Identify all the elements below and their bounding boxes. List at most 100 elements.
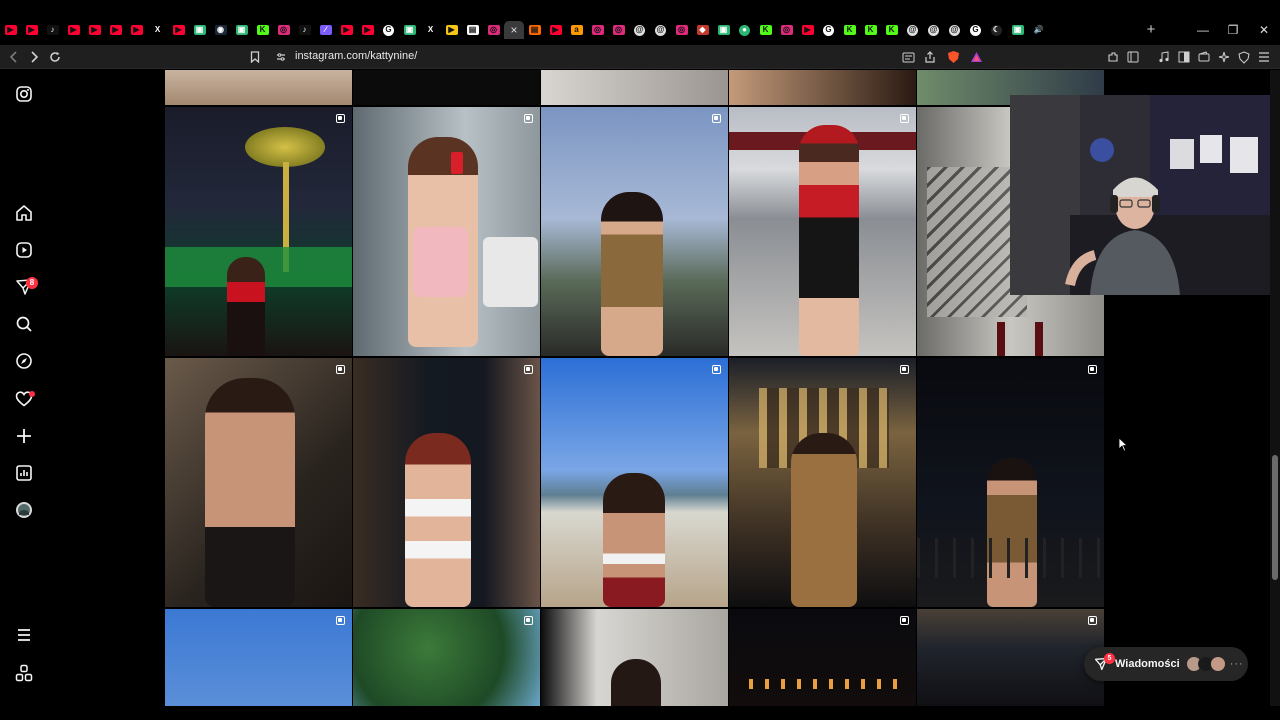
also-from-meta-icon[interactable] <box>14 663 34 683</box>
scrollbar-thumb[interactable] <box>1272 455 1278 580</box>
browser-tab[interactable]: K <box>755 21 776 39</box>
browser-tab[interactable]: K <box>860 21 881 39</box>
media-icon[interactable] <box>1156 49 1172 65</box>
search-icon[interactable] <box>14 314 34 334</box>
browser-tab[interactable]: ▶ <box>545 21 566 39</box>
page-scrollbar[interactable] <box>1270 70 1280 706</box>
post-thumbnail[interactable] <box>729 609 916 706</box>
minimize-button[interactable]: — <box>1188 21 1218 39</box>
post-thumbnail[interactable] <box>917 609 1104 706</box>
site-info-button[interactable] <box>272 48 290 66</box>
post-thumbnail[interactable] <box>353 609 540 706</box>
browser-tab[interactable]: G <box>965 21 986 39</box>
post-thumbnail[interactable] <box>353 107 540 356</box>
browser-tab[interactable]: ▶ <box>105 21 126 39</box>
address-bar-url[interactable]: instagram.com/kattynine/ <box>295 50 417 62</box>
browser-tab[interactable]: @ <box>629 21 650 39</box>
browser-tab[interactable]: ● <box>734 21 755 39</box>
browser-tab[interactable]: ◎ <box>273 21 294 39</box>
post-thumbnail[interactable] <box>353 70 540 105</box>
post-thumbnail[interactable] <box>541 70 728 105</box>
browser-tab[interactable]: K <box>252 21 273 39</box>
post-thumbnail[interactable] <box>729 358 916 607</box>
browser-tab[interactable]: ▣ <box>399 21 420 39</box>
browser-tab[interactable]: @ <box>923 21 944 39</box>
post-thumbnail[interactable] <box>353 358 540 607</box>
browser-tab[interactable]: ◉ <box>210 21 231 39</box>
browser-tab[interactable]: ◎ <box>587 21 608 39</box>
split-view-icon[interactable] <box>1176 49 1192 65</box>
browser-tab[interactable]: ◎ <box>776 21 797 39</box>
browser-tab[interactable]: K <box>839 21 860 39</box>
browser-tab[interactable]: K <box>881 21 902 39</box>
messages-button[interactable]: 5 Wiadomości ··· <box>1084 647 1248 681</box>
wallet-icon[interactable] <box>1196 49 1212 65</box>
post-thumbnail[interactable] <box>917 358 1104 607</box>
brave-shield-icon[interactable] <box>945 49 961 65</box>
browser-tab[interactable]: ☾ <box>986 21 1007 39</box>
brave-rewards-icon[interactable] <box>968 49 984 65</box>
profile-avatar-icon[interactable] <box>14 500 34 520</box>
more-menu-icon[interactable] <box>14 625 34 645</box>
bookmark-button[interactable] <box>246 48 264 66</box>
browser-tab[interactable]: ▣ <box>189 21 210 39</box>
post-thumbnail[interactable] <box>729 70 916 105</box>
sidebar-panel-icon[interactable] <box>1125 49 1141 65</box>
browser-tab[interactable]: ▶ <box>336 21 357 39</box>
post-thumbnail[interactable] <box>541 609 728 706</box>
post-thumbnail[interactable] <box>729 107 916 356</box>
browser-tab[interactable]: a <box>566 21 587 39</box>
reload-button[interactable] <box>46 48 64 66</box>
browser-tab[interactable]: ▣ <box>231 21 252 39</box>
instagram-logo-icon[interactable] <box>14 84 34 104</box>
browser-tab[interactable]: ▶ <box>168 21 189 39</box>
post-thumbnail[interactable] <box>541 107 728 356</box>
leo-ai-icon[interactable] <box>1216 49 1232 65</box>
browser-tab[interactable]: ▶ <box>63 21 84 39</box>
browser-tab[interactable]: @ <box>902 21 923 39</box>
reader-mode-icon[interactable] <box>900 49 916 65</box>
browser-tab[interactable]: ▶ <box>441 21 462 39</box>
browser-tab[interactable]: G <box>818 21 839 39</box>
browser-tab[interactable]: ◆ <box>692 21 713 39</box>
browser-tab[interactable]: 🔊 <box>1028 21 1049 39</box>
browser-tab[interactable]: G <box>378 21 399 39</box>
browser-tab[interactable]: ♪ <box>294 21 315 39</box>
new-tab-button[interactable]: + <box>1141 21 1161 38</box>
browser-tab[interactable]: @ <box>944 21 965 39</box>
reels-icon[interactable] <box>14 240 34 260</box>
post-thumbnail[interactable] <box>541 358 728 607</box>
browser-tab[interactable]: ▶ <box>84 21 105 39</box>
forward-button[interactable] <box>25 48 43 66</box>
close-window-button[interactable]: ✕ <box>1249 21 1279 39</box>
browser-tab[interactable]: ◎ <box>671 21 692 39</box>
explore-icon[interactable] <box>14 351 34 371</box>
vpn-icon[interactable] <box>1236 49 1252 65</box>
home-icon[interactable] <box>14 203 34 223</box>
post-thumbnail[interactable] <box>165 358 352 607</box>
browser-tab[interactable]: ▶ <box>357 21 378 39</box>
browser-tab[interactable]: ▤ <box>462 21 483 39</box>
browser-tab[interactable]: × <box>504 21 524 39</box>
browser-tab[interactable]: ▶ <box>126 21 147 39</box>
browser-tab[interactable]: ▶ <box>797 21 818 39</box>
browser-tab[interactable]: ▶ <box>21 21 42 39</box>
restore-button[interactable]: ❐ <box>1218 21 1248 39</box>
post-thumbnail[interactable] <box>165 609 352 706</box>
post-thumbnail[interactable] <box>165 107 352 356</box>
browser-tab[interactable]: ▤ <box>524 21 545 39</box>
share-icon[interactable] <box>922 49 938 65</box>
browser-tab[interactable]: X <box>147 21 168 39</box>
browser-tab[interactable]: ◎ <box>608 21 629 39</box>
browser-tab[interactable]: ∕ <box>315 21 336 39</box>
browser-tab[interactable]: ▶ <box>0 21 21 39</box>
main-menu-icon[interactable] <box>1256 49 1272 65</box>
extensions-icon[interactable] <box>1105 49 1121 65</box>
post-thumbnail[interactable] <box>165 70 352 105</box>
dashboard-icon[interactable] <box>14 463 34 483</box>
create-icon[interactable] <box>14 426 34 446</box>
back-button[interactable] <box>5 48 23 66</box>
browser-tab[interactable]: ▣ <box>1007 21 1028 39</box>
browser-tab[interactable]: X <box>420 21 441 39</box>
browser-tab[interactable]: ◎ <box>483 21 504 39</box>
